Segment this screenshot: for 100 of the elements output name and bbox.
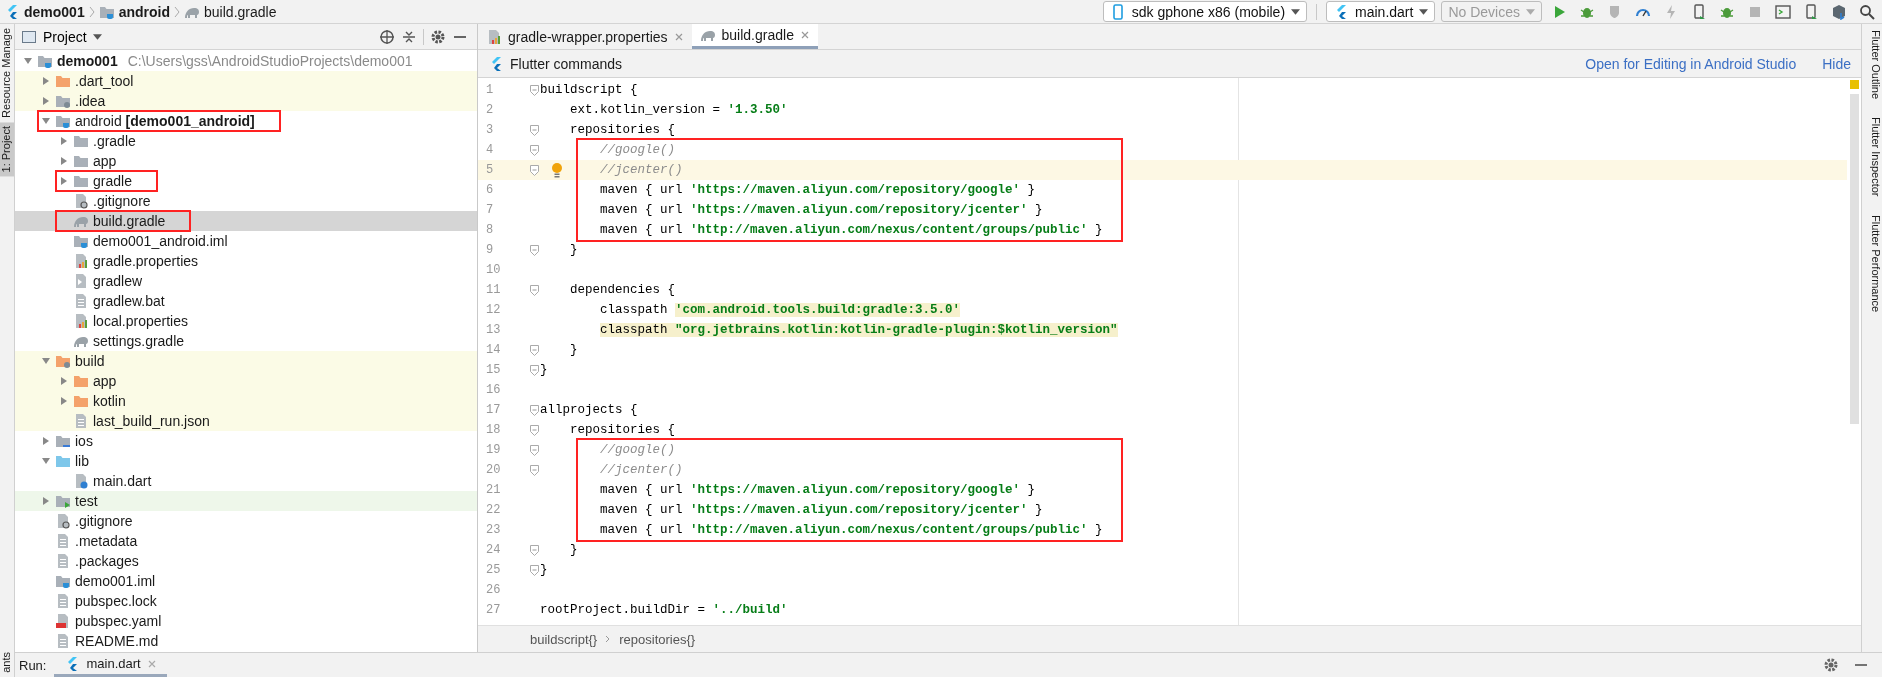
editor-tab[interactable]: gradle-wrapper.properties [478, 24, 692, 49]
tree-item[interactable]: build [15, 351, 477, 371]
close-icon[interactable] [146, 658, 157, 669]
tool-window-tab[interactable]: Flutter Performance [1862, 214, 1882, 312]
tree-item[interactable]: gradlew [15, 271, 477, 291]
tree-item[interactable]: gradlew.bat [15, 291, 477, 311]
fold-marker-icon[interactable] [530, 444, 539, 456]
fold-marker-icon[interactable] [530, 124, 539, 136]
line-number: 20 [485, 463, 502, 477]
close-icon[interactable] [673, 31, 684, 42]
warning-marker-icon [1850, 80, 1859, 89]
settings-icon[interactable] [1823, 657, 1839, 673]
fold-marker-icon[interactable] [530, 164, 539, 176]
fold-marker-icon[interactable] [530, 284, 539, 296]
lightbulb-icon[interactable] [551, 162, 563, 178]
tree-item[interactable]: .metadata [15, 531, 477, 551]
tool-window-tab[interactable]: Flutter Outline [1862, 30, 1882, 100]
folder-icon [73, 133, 89, 149]
tree-item[interactable]: .gitignore [15, 191, 477, 211]
tree-item[interactable]: app [15, 371, 477, 391]
breadcrumb-item[interactable]: buildscript{} [530, 631, 598, 647]
collapse-arrow-icon[interactable] [41, 436, 51, 446]
fold-marker-icon[interactable] [530, 144, 539, 156]
tool-window-tab[interactable]: Flutter Inspector [1862, 117, 1882, 197]
item-label: .gradle [93, 133, 136, 149]
tree-item[interactable]: android [demo001_android] [15, 111, 477, 131]
item-label: lib [75, 453, 89, 469]
editor-tab[interactable]: build.gradle [691, 24, 818, 49]
tree-item[interactable]: .dart_tool [15, 71, 477, 91]
terminal-icon[interactable] [1775, 3, 1791, 20]
tree-item[interactable]: .packages [15, 551, 477, 571]
tree-item[interactable]: .gitignore [15, 511, 477, 531]
run-config-dropdown[interactable]: main.dart [1326, 1, 1436, 22]
search-icon[interactable] [1859, 3, 1875, 20]
expand-arrow-icon[interactable] [23, 56, 33, 66]
code-line: repositories { [570, 422, 676, 439]
item-label: demo001_android.iml [93, 233, 228, 249]
tree-item[interactable]: ios [15, 431, 477, 451]
run-tab[interactable]: main.dart [54, 653, 167, 677]
cube-icon[interactable] [1831, 3, 1847, 20]
tree-item[interactable]: local.properties [15, 311, 477, 331]
breadcrumb-item[interactable]: demo001 [24, 3, 85, 20]
tree-item[interactable]: settings.gradle [15, 331, 477, 351]
tree-item[interactable]: main.dart [15, 471, 477, 491]
fold-marker-icon[interactable] [530, 244, 539, 256]
tool-window-tab[interactable]: 1: Project [0, 121, 14, 177]
fold-marker-icon[interactable] [530, 364, 539, 376]
breadcrumb-item[interactable]: build.gradle [204, 3, 277, 20]
code-line: classpath 'com.android.tools.build:gradle:3.5.0' [600, 302, 961, 319]
file-icon [73, 193, 89, 209]
tree-item[interactable]: pubspec.yaml [15, 611, 477, 631]
fold-marker-icon[interactable] [530, 464, 539, 476]
fold-marker-icon[interactable] [530, 344, 539, 356]
breadcrumb-item[interactable]: android [118, 3, 171, 20]
settings-icon[interactable] [430, 28, 446, 45]
scrollbar[interactable] [1850, 94, 1859, 424]
tree-item[interactable]: .gradle [15, 131, 477, 151]
expand-arrow-icon[interactable] [41, 356, 51, 366]
tool-window-tab[interactable]: Resource Manage [0, 24, 14, 122]
line-number: 19 [485, 443, 502, 457]
file-icon [55, 633, 71, 649]
item-label: last_build_run.json [93, 413, 210, 429]
tree-item[interactable]: kotlin [15, 391, 477, 411]
tree-item[interactable]: gradle [15, 171, 477, 191]
fold-marker-icon[interactable] [530, 564, 539, 576]
tree-item[interactable]: .idea [15, 91, 477, 111]
expand-arrow-icon[interactable] [41, 456, 51, 466]
banner-link[interactable]: Hide [1822, 55, 1851, 72]
tree-item[interactable]: build.gradle [15, 211, 477, 231]
file-icon [55, 513, 71, 529]
tree-item[interactable]: test [15, 491, 477, 511]
item-label: .idea [75, 93, 106, 109]
tree-item[interactable]: README.md [15, 631, 477, 651]
tree-item[interactable]: demo001 C:\Users\gss\AndroidStudioProjects\demo001 [15, 51, 477, 71]
fold-marker-icon[interactable] [530, 424, 539, 436]
folder-icon [73, 173, 89, 189]
banner-link[interactable]: Open for Editing in Android Studio [1585, 55, 1797, 72]
device-dropdown[interactable]: sdk gphone x86 (mobile) [1102, 1, 1308, 22]
tree-item[interactable]: demo001_android.iml [15, 231, 477, 251]
tree-item[interactable]: demo001.iml [15, 571, 477, 591]
phone-icon[interactable] [1803, 3, 1819, 20]
collapse-arrow-icon[interactable] [41, 496, 51, 506]
tree-item[interactable]: app [15, 151, 477, 171]
phone-icon[interactable] [1691, 3, 1707, 20]
tree-item[interactable]: last_build_run.json [15, 411, 477, 431]
caret-icon [1526, 8, 1535, 15]
code-line: } [570, 242, 578, 259]
project-view-dropdown[interactable]: Project [21, 28, 102, 45]
fold-marker-icon[interactable] [530, 404, 539, 416]
tree-item[interactable]: pubspec.lock [15, 591, 477, 611]
tool-window-tab[interactable]: ants [0, 648, 14, 677]
tree-item[interactable]: gradle.properties [15, 251, 477, 271]
expand-arrow-icon[interactable] [41, 116, 51, 126]
tree-item[interactable]: lib [15, 451, 477, 471]
item-label: main.dart [93, 473, 152, 489]
breadcrumb-item[interactable]: repositories{} [619, 631, 696, 647]
crosshair-icon[interactable] [379, 28, 395, 45]
fold-marker-icon[interactable] [530, 84, 539, 96]
close-icon[interactable] [799, 30, 810, 40]
fold-marker-icon[interactable] [530, 544, 539, 556]
